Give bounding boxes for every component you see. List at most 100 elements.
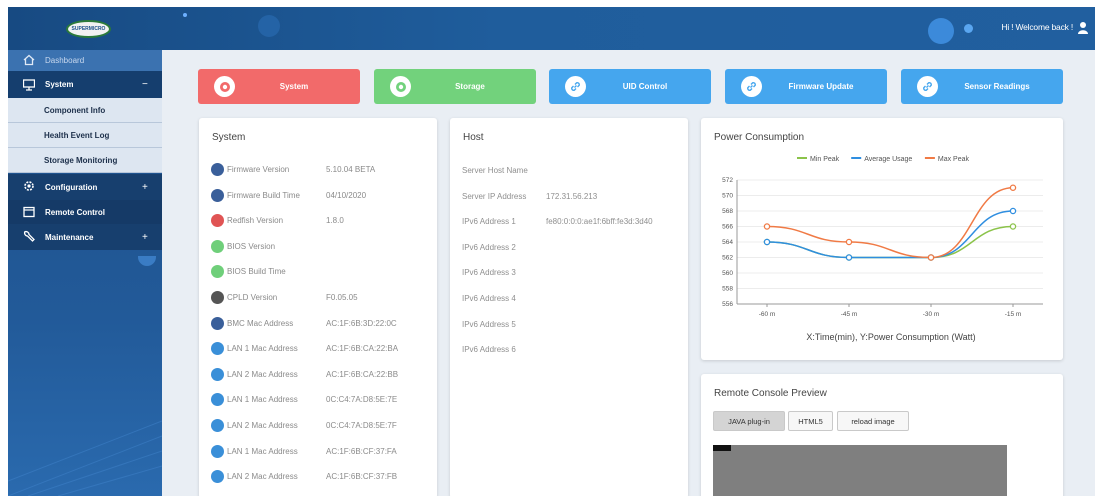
row-label: CPLD Version — [227, 293, 278, 302]
status-dot-icon — [211, 239, 224, 253]
decorative-lines — [8, 420, 162, 496]
power-consumption-card: Power Consumption Min Peak Average Usage M… — [701, 118, 1063, 360]
host-info-row: IPv6 Address 6 — [462, 345, 684, 359]
sidebar-item-dashboard[interactable]: Dashboard — [8, 50, 162, 71]
console-preview-image[interactable] — [713, 445, 1007, 496]
sidebar-item-remote-control[interactable]: Remote Control — [8, 200, 162, 224]
java-plugin-button[interactable]: JAVA plug-in — [713, 411, 785, 431]
reload-image-button[interactable]: reload image — [837, 411, 909, 431]
row-label: BMC Mac Address — [227, 318, 294, 328]
row-label: Redfish Version — [227, 216, 284, 226]
sidebar-item-maintenance[interactable]: Maintenance + — [8, 224, 162, 250]
status-dot-icon — [211, 265, 224, 279]
top-bar: SUPERMICRO Hi ! Welcome back ! — [8, 7, 1095, 50]
quick-button-label: Sensor Readings — [964, 82, 1030, 91]
y-tick-label: 564 — [722, 239, 733, 246]
quick-button-uid-control[interactable]: UID Control — [549, 69, 711, 104]
x-tick-label: -15 m — [1005, 311, 1022, 318]
y-tick-label: 572 — [722, 177, 733, 184]
row-label: Server Host Name — [462, 166, 528, 175]
legend-label: Min Peak — [810, 156, 840, 163]
system-info-row: CPLD Version F0.05.05 — [211, 290, 431, 306]
gear-icon — [24, 181, 34, 191]
remote-console-card: Remote Console Preview JAVA plug-in HTML… — [701, 374, 1063, 496]
row-value: 04/10/2020 — [326, 190, 367, 200]
row-value: AC:1F:6B:CA:22:BB — [326, 369, 399, 379]
sidebar-item-label: Remote Control — [45, 207, 105, 217]
sidebar-item-label: Component Info — [44, 106, 106, 115]
system-info-row: LAN 1 Mac Address AC:1F:6B:CA:22:BA — [211, 341, 431, 357]
row-label: LAN 1 Mac Address — [227, 395, 298, 405]
sidebar-item-label: System — [45, 80, 74, 89]
card-title: Power Consumption — [714, 132, 805, 143]
main-content: System Storage UID Control Firmware Upda… — [162, 50, 1095, 496]
brand-logo[interactable]: SUPERMICRO — [66, 20, 111, 38]
row-label: IPv6 Address 2 — [462, 242, 516, 252]
sidebar-subitem-storage-monitoring[interactable]: Storage Monitoring — [8, 148, 162, 173]
row-value: F0.05.05 — [326, 293, 358, 302]
system-info-row: BMC Mac Address AC:1F:6B:3D:22:0C — [211, 316, 431, 332]
system-info-card: System Firmware Version 5.10.04 BETA Firmw… — [199, 118, 437, 496]
sidebar-item-label: Configuration — [45, 182, 98, 192]
y-tick-label: 568 — [722, 208, 733, 215]
row-label: IPv6 Address 6 — [462, 345, 516, 355]
decorative-bubble — [138, 256, 156, 266]
row-label: IPv6 Address 4 — [462, 294, 516, 303]
host-info-row: Server Host Name — [462, 166, 684, 180]
system-info-row: LAN 2 Mac Address AC:1F:6B:CA:22:BB — [211, 367, 431, 383]
expand-toggle[interactable]: + — [142, 232, 148, 243]
sidebar-subitem-component-info[interactable]: Component Info — [8, 98, 162, 123]
y-tick-label: 566 — [722, 224, 733, 231]
status-dot-icon — [211, 367, 224, 381]
row-value: AC:1F:6B:CF:37:FA — [326, 446, 397, 456]
expand-toggle[interactable]: + — [142, 182, 148, 193]
card-title: Host — [463, 132, 484, 143]
x-tick-label: -45 m — [841, 311, 858, 318]
y-tick-label: 570 — [722, 193, 733, 200]
status-dot-icon — [211, 419, 224, 432]
row-label: Firmware Build Time — [227, 190, 300, 200]
monitor-icon — [23, 79, 35, 91]
row-value: 1.8.0 — [326, 216, 344, 226]
sidebar-item-label: Dashboard — [45, 56, 85, 65]
row-value: 172.31.56.213 — [546, 191, 598, 201]
sidebar-subitem-health-event-log[interactable]: Health Event Log — [8, 123, 162, 148]
sidebar-item-label: Health Event Log — [44, 131, 110, 140]
status-dot-icon — [211, 444, 224, 458]
system-info-row: Firmware Build Time 04/10/2020 — [211, 188, 431, 204]
row-label: BIOS Version — [227, 241, 276, 251]
status-dot-icon — [211, 342, 224, 356]
user-icon[interactable] — [1077, 21, 1089, 34]
row-label: Server IP Address — [462, 191, 527, 201]
y-tick-label: 558 — [722, 286, 733, 293]
host-info-row: IPv6 Address 4 — [462, 294, 684, 308]
data-point — [763, 223, 771, 230]
collapse-toggle[interactable]: − — [142, 79, 148, 90]
host-info-row: IPv6 Address 1 fe80:0:0:0:ae1f:6bff:fe3d:… — [462, 217, 684, 231]
row-value: 0C:C4:7A:D8:5E:7E — [326, 395, 398, 405]
system-info-row: BIOS Build Time — [211, 264, 431, 280]
home-icon — [23, 54, 35, 66]
quick-button-system[interactable]: System — [198, 69, 360, 104]
quick-button-sensor-readings[interactable]: Sensor Readings — [901, 69, 1063, 104]
decorative-bubble — [183, 13, 187, 17]
data-point — [845, 238, 853, 246]
sidebar-item-label: Storage Monitoring — [44, 156, 118, 165]
card-title: System — [212, 132, 246, 143]
host-info-row: IPv6 Address 3 — [462, 268, 684, 282]
row-value: 0C:C4:7A:D8:5E:7F — [326, 421, 397, 430]
row-label: BIOS Build Time — [227, 267, 286, 277]
row-value: AC:1F:6B:CF:37:FB — [326, 472, 398, 482]
status-dot-icon — [211, 214, 224, 228]
html5-button[interactable]: HTML5 — [788, 411, 833, 431]
host-info-row: IPv6 Address 2 — [462, 243, 684, 257]
system-info-row: Firmware Version 5.10.04 BETA — [211, 162, 431, 178]
sidebar-item-configuration[interactable]: Configuration + — [8, 174, 162, 200]
row-label: LAN 1 Mac Address — [227, 446, 298, 456]
system-info-row: LAN 1 Mac Address AC:1F:6B:CF:37:FA — [211, 444, 431, 460]
legend-label: Max Peak — [938, 156, 970, 163]
decorative-bubble — [928, 18, 954, 44]
sidebar-item-system[interactable]: System − — [8, 71, 162, 98]
quick-button-firmware-update[interactable]: Firmware Update — [725, 69, 887, 104]
quick-button-storage[interactable]: Storage — [374, 69, 536, 104]
